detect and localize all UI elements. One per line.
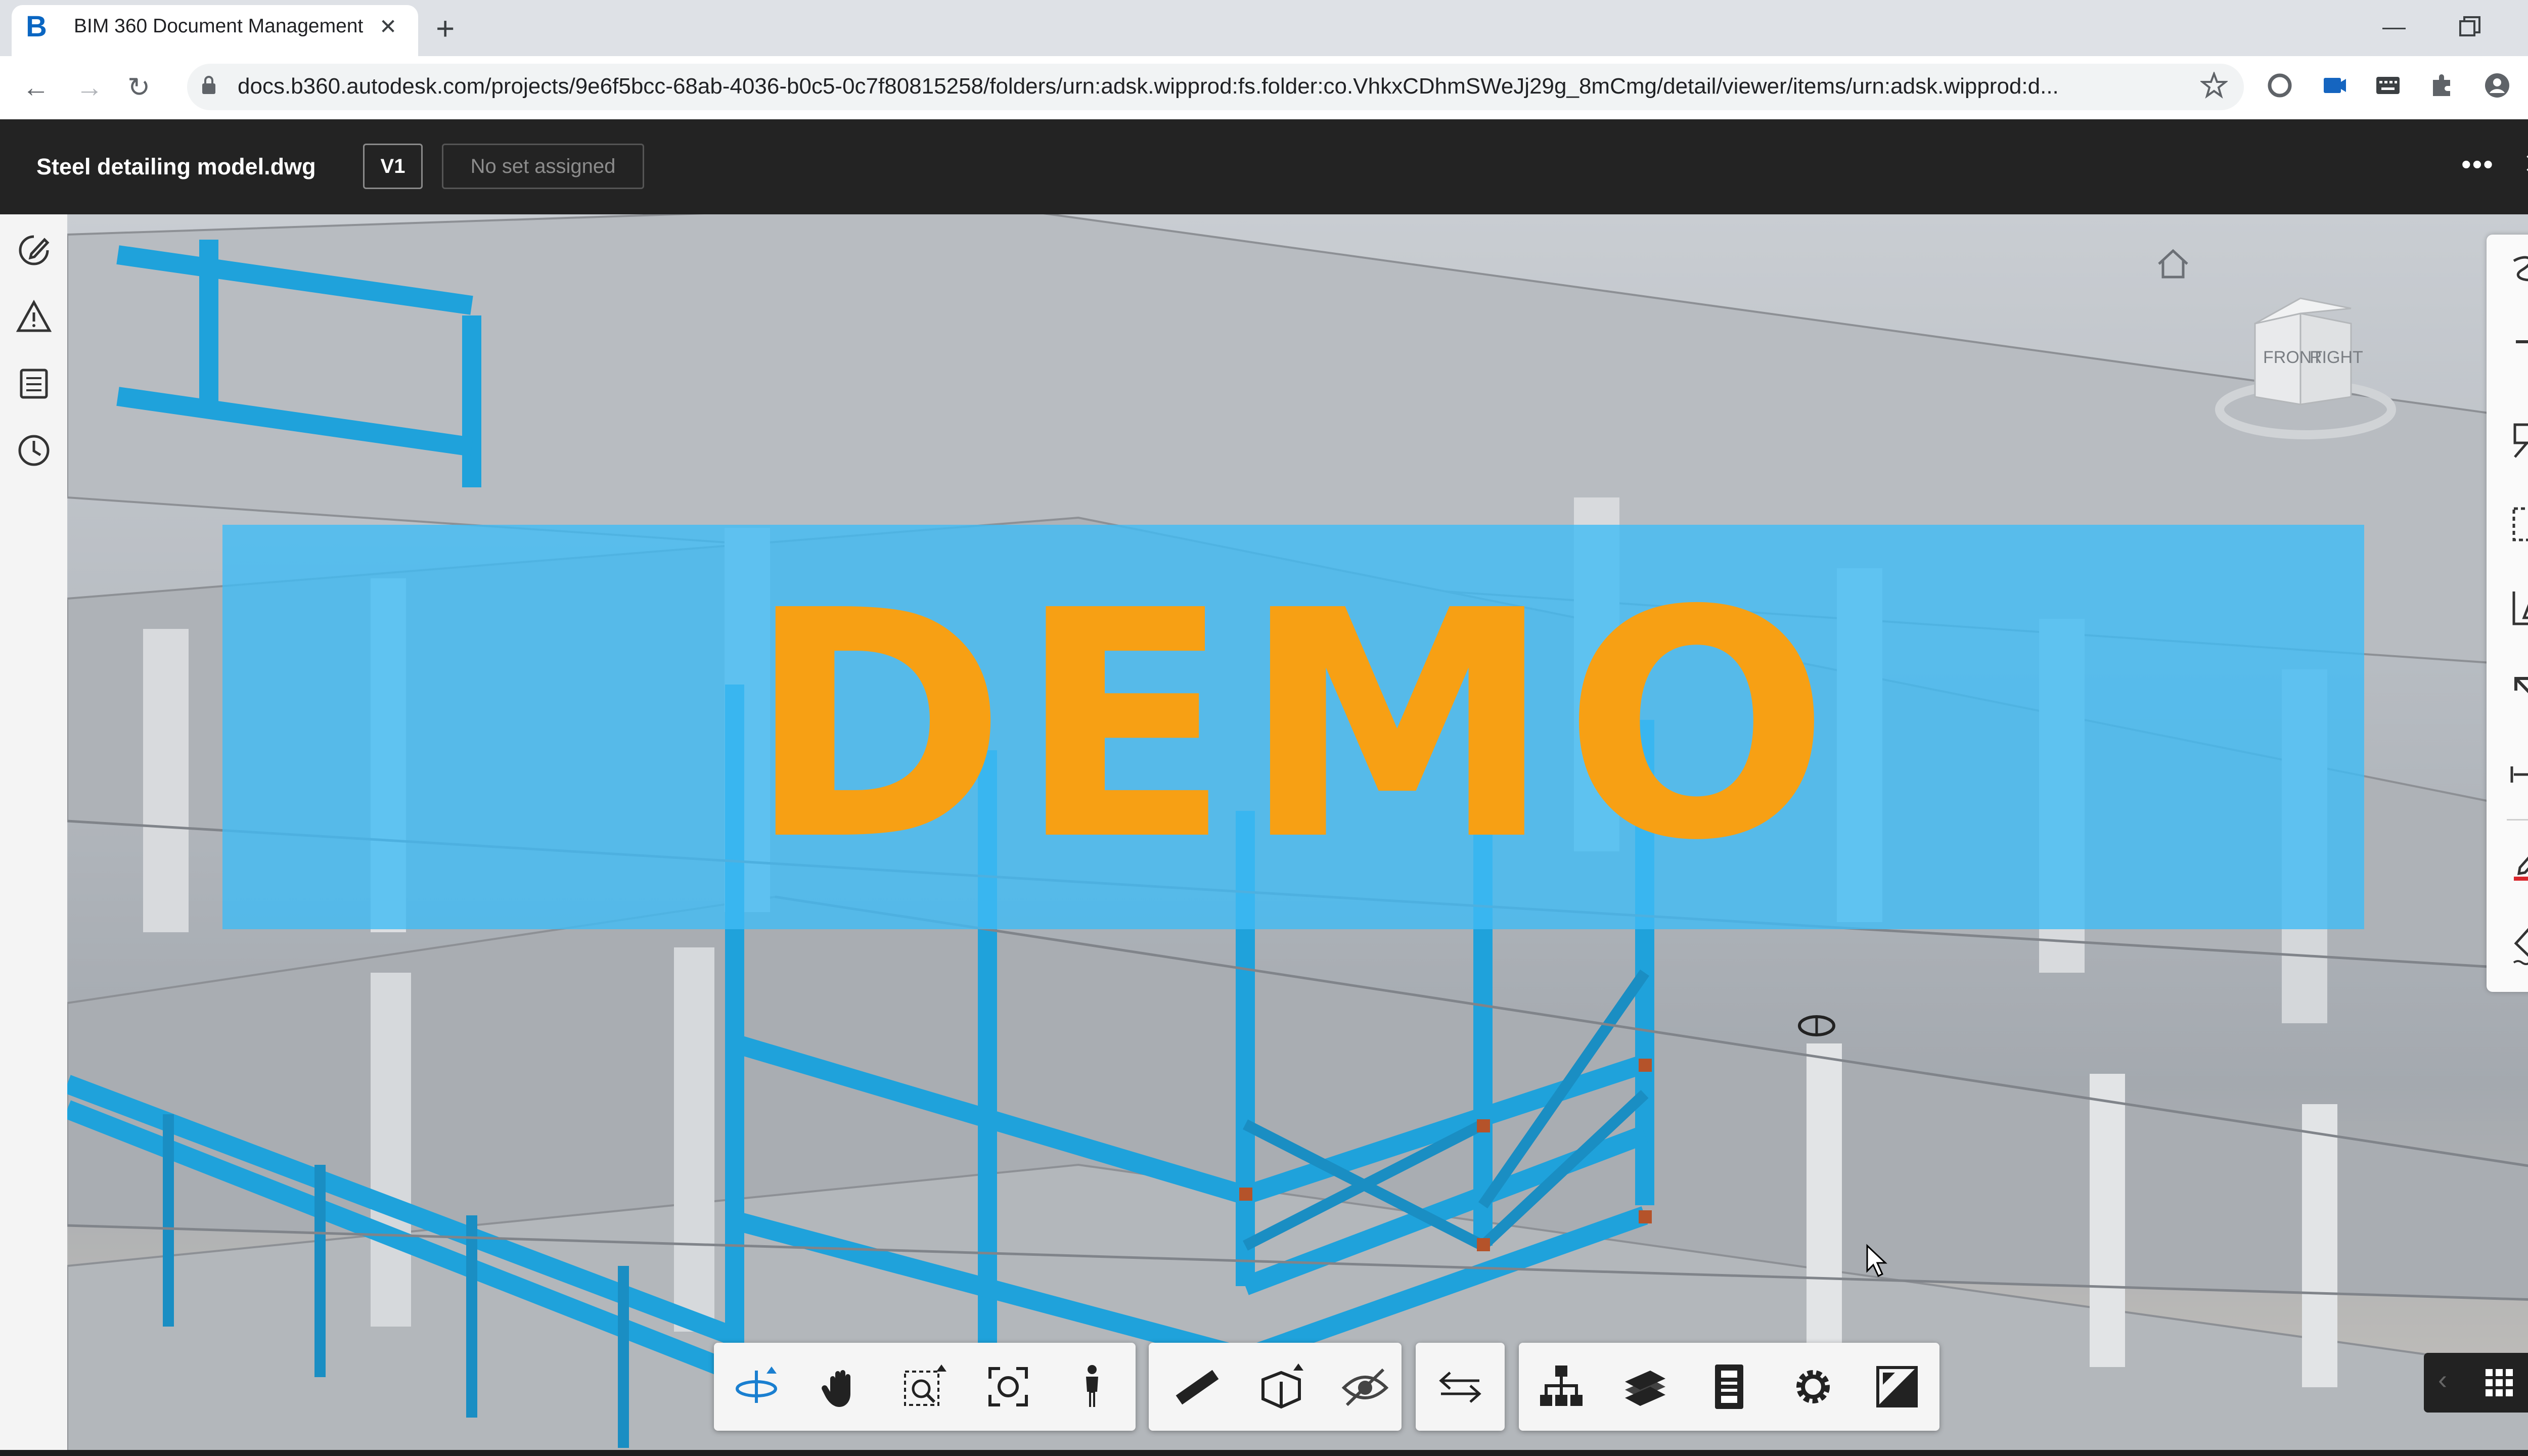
- close-viewer-icon[interactable]: ✕: [2523, 147, 2528, 181]
- lock-icon[interactable]: [201, 75, 216, 95]
- measure-icon[interactable]: [1172, 1361, 1223, 1412]
- window-bottom-edge: [0, 1450, 2528, 1456]
- layers-icon[interactable]: [1620, 1361, 1671, 1412]
- compare-icon[interactable]: [1435, 1361, 1485, 1412]
- issues-warning-icon[interactable]: [16, 299, 52, 335]
- extension-keyboard-icon[interactable]: [2374, 72, 2402, 99]
- polygon-icon[interactable]: [2507, 585, 2528, 631]
- callout-icon[interactable]: [2507, 418, 2528, 463]
- pan-icon[interactable]: [815, 1361, 866, 1412]
- dimension-icon[interactable]: [2507, 751, 2528, 797]
- bookmark-star-icon[interactable]: [2200, 72, 2228, 99]
- section-icon[interactable]: [1256, 1361, 1306, 1412]
- history-clock-icon[interactable]: [16, 433, 52, 468]
- home-view-icon[interactable]: [2155, 246, 2191, 282]
- document-title: Steel detailing model.dwg: [36, 154, 316, 179]
- sheet-grid-icon[interactable]: [2485, 1368, 2514, 1397]
- url-text[interactable]: docs.b360.autodesk.com/projects/9e6f5bcc…: [238, 74, 2159, 99]
- first-person-icon[interactable]: [1067, 1361, 1117, 1412]
- viewcube-right-label[interactable]: RIGHT: [2310, 348, 2363, 368]
- back-button[interactable]: ←: [22, 70, 50, 105]
- fill-icon[interactable]: [2507, 923, 2528, 969]
- document-list-icon[interactable]: [16, 366, 52, 401]
- restore-icon: [2459, 16, 2480, 36]
- arrow-icon[interactable]: [2507, 669, 2528, 715]
- tab-close-icon[interactable]: ✕: [379, 14, 397, 39]
- reload-button[interactable]: ↻: [127, 70, 150, 105]
- extension-circle-icon[interactable]: [2266, 72, 2293, 99]
- zoom-window-icon[interactable]: [899, 1361, 950, 1412]
- new-tab-button[interactable]: +: [436, 9, 455, 48]
- properties-icon[interactable]: [1704, 1361, 1754, 1412]
- minimize-window-button[interactable]: —: [2382, 7, 2406, 46]
- forward-button[interactable]: →: [76, 70, 103, 105]
- previous-sheet-icon[interactable]: ‹: [2438, 1364, 2447, 1395]
- demo-watermark-text: DEMO: [746, 544, 1840, 909]
- profile-avatar-icon[interactable]: [2484, 72, 2511, 99]
- text-icon[interactable]: [2507, 334, 2528, 379]
- set-assignment-badge[interactable]: No set assigned: [442, 144, 644, 189]
- markup-pen-icon[interactable]: [16, 233, 52, 268]
- freehand-draw-icon[interactable]: [2507, 250, 2528, 295]
- toolbar-divider: [2507, 819, 2528, 821]
- explode-icon[interactable]: [1340, 1361, 1390, 1412]
- pen-color-icon[interactable]: [2507, 839, 2528, 885]
- orbit-pivot-icon: [1798, 1015, 1835, 1036]
- version-button[interactable]: V1: [363, 144, 423, 189]
- bim360-logo-icon: B: [26, 10, 47, 43]
- settings-icon[interactable]: [1788, 1361, 1838, 1412]
- extensions-puzzle-icon[interactable]: [2429, 72, 2456, 99]
- viewcube[interactable]: FRONT RIGHT: [2215, 288, 2397, 445]
- fullscreen-icon[interactable]: [1872, 1361, 1922, 1412]
- fit-to-view-icon[interactable]: [983, 1361, 1033, 1412]
- restore-window-button[interactable]: [2458, 11, 2481, 50]
- extension-video-icon[interactable]: [2321, 72, 2348, 99]
- orbit-icon[interactable]: [731, 1361, 782, 1412]
- cloud-rectangle-icon[interactable]: [2507, 502, 2528, 547]
- model-browser-icon[interactable]: [1536, 1361, 1587, 1412]
- browser-tab-title: BIM 360 Document Management: [74, 15, 364, 37]
- more-options-icon[interactable]: •••: [2461, 148, 2494, 180]
